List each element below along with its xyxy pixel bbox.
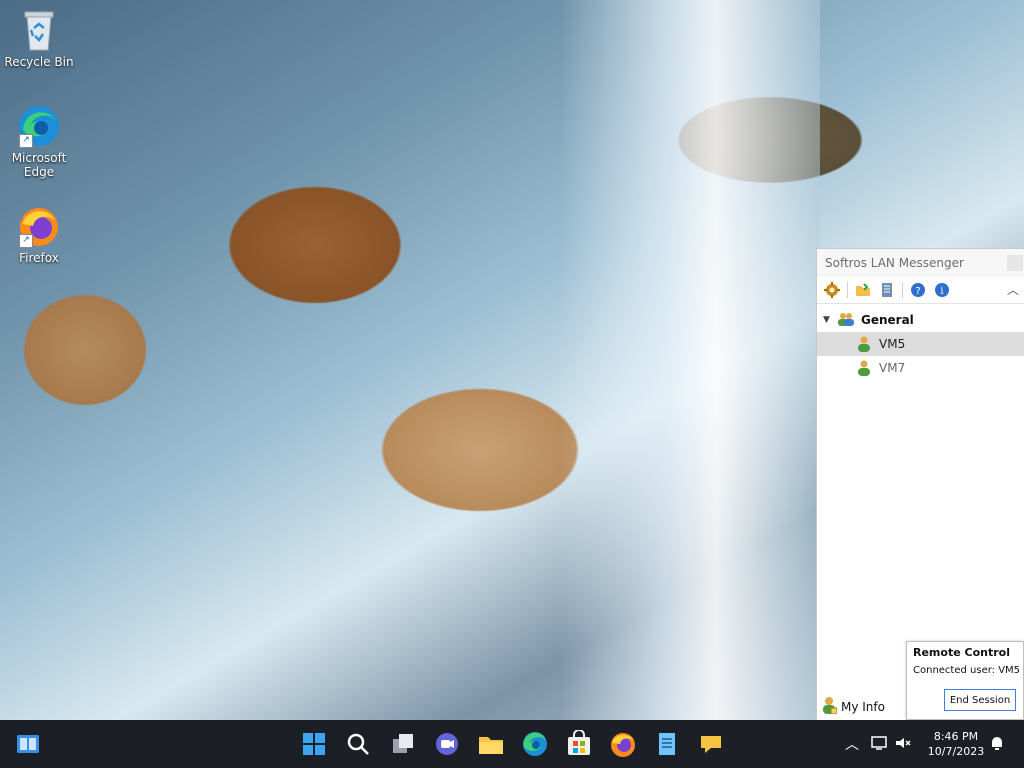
waterfall-area — [560, 0, 820, 720]
taskbar: ︿ 8:46 PM 10/7/2023 — [0, 720, 1024, 768]
chevron-up-icon[interactable]: ︿ — [842, 734, 862, 754]
svg-text:?: ? — [915, 286, 920, 297]
shortcut-arrow-icon: ↗ — [19, 134, 33, 148]
contact-name: VM7 — [879, 361, 906, 375]
desktop-icon-label: Microsoft Edge — [11, 151, 67, 179]
system-tray: ︿ — [842, 720, 918, 768]
start-icon[interactable] — [300, 730, 328, 758]
notification-area — [988, 720, 1008, 768]
notification-icon[interactable] — [988, 734, 1008, 755]
chevron-up-icon[interactable]: ︿ — [1007, 281, 1019, 298]
group-general[interactable]: ▼ General — [817, 308, 1024, 332]
search-icon[interactable] — [344, 730, 372, 758]
edge-icon: ↗ — [17, 104, 61, 148]
settings-icon[interactable] — [823, 281, 841, 299]
shortcut-arrow-icon: ↗ — [19, 234, 33, 248]
softros-messenger-icon[interactable] — [697, 730, 725, 758]
group-name: General — [861, 313, 914, 327]
my-info-label: My Info — [841, 699, 885, 714]
help-icon[interactable]: ? — [909, 281, 927, 299]
contact-item-vm7[interactable]: VM7 — [817, 356, 1024, 380]
toolbar-separator — [847, 282, 848, 298]
clock-time: 8:46 PM — [933, 730, 979, 743]
volume-muted-icon[interactable] — [894, 735, 918, 754]
notepad-icon[interactable] — [653, 730, 681, 758]
remote-control-popup: Remote Control Connected user: VM5 End S… — [906, 641, 1024, 720]
chevron-down-icon[interactable]: ▼ — [823, 315, 837, 325]
svg-text:i: i — [940, 286, 943, 297]
remote-control-title: Remote Control — [913, 646, 1010, 659]
connected-user-text: Connected user: VM5 — [913, 665, 1021, 676]
desktop-icon-firefox[interactable]: ↗ Firefox — [4, 204, 74, 265]
group-users-icon — [837, 312, 855, 329]
user-online-icon — [857, 360, 871, 376]
window-title: Softros LAN Messenger — [825, 256, 964, 270]
contact-item-vm5[interactable]: VM5 — [817, 332, 1024, 356]
clock-date: 10/7/2023 — [927, 745, 985, 758]
messenger-toolbar: ? i ︿ — [817, 277, 1024, 304]
firefox-icon: ↗ — [17, 204, 61, 248]
widgets-icon[interactable] — [14, 730, 42, 758]
message-log-icon[interactable] — [878, 281, 896, 299]
desktop-icon-recycle-bin[interactable]: Recycle Bin — [4, 8, 74, 69]
firefox-icon[interactable] — [609, 730, 637, 758]
recycle-bin-icon — [17, 8, 61, 52]
my-info-icon — [821, 696, 838, 717]
teams-chat-icon[interactable] — [433, 730, 461, 758]
desktop-icon-label: Firefox — [19, 251, 59, 265]
toolbar-separator — [902, 282, 903, 298]
end-session-button[interactable]: End Session — [944, 689, 1016, 711]
network-icon[interactable] — [870, 735, 894, 754]
desktop-icon-label: Recycle Bin — [4, 55, 74, 69]
about-icon[interactable]: i — [933, 281, 951, 299]
store-icon[interactable] — [565, 729, 593, 758]
taskbar-clock[interactable]: 8:46 PM 10/7/2023 — [922, 729, 990, 759]
contact-tree: ▼ General VM5 VM7 — [817, 304, 1024, 380]
open-folder-icon[interactable] — [854, 281, 872, 299]
contact-name: VM5 — [879, 337, 906, 351]
window-title-bar[interactable]: Softros LAN Messenger — [817, 249, 1024, 277]
task-view-icon[interactable] — [389, 730, 417, 758]
edge-icon[interactable] — [521, 730, 549, 758]
desktop-icon-microsoft-edge[interactable]: ↗ Microsoft Edge — [4, 104, 74, 179]
user-online-icon — [857, 336, 871, 352]
file-explorer-icon[interactable] — [477, 730, 505, 758]
close-button[interactable] — [1007, 255, 1023, 271]
my-info-button[interactable]: My Info — [821, 696, 885, 717]
